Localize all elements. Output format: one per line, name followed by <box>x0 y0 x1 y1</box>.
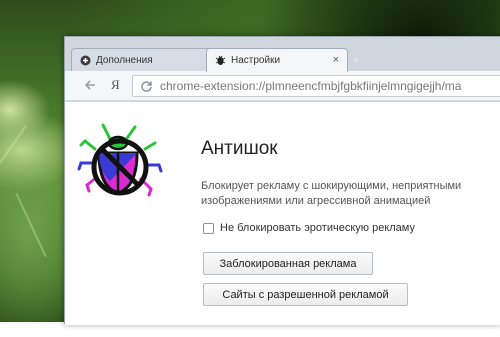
extension-description: Блокирует рекламу с шокирующими, неприят… <box>201 180 462 207</box>
allow-erotic-ads-option[interactable]: Не блокировать эротическую рекламу <box>203 222 415 234</box>
tab-settings[interactable]: Настройки × <box>206 48 348 72</box>
browser-window: Дополнения Настройки × + Я chrome-extens… <box>64 36 500 325</box>
tab-strip: Дополнения Настройки × + <box>65 37 500 72</box>
yandex-button[interactable]: Я <box>111 77 120 93</box>
option-label: Не блокировать эротическую рекламу <box>220 222 415 234</box>
antishock-bug-icon <box>77 119 163 205</box>
address-bar[interactable]: chrome-extension://plmneencfmbjfgbkfiinj… <box>132 75 500 97</box>
bug-icon <box>215 55 226 66</box>
leaf-decoration <box>15 192 47 258</box>
puzzle-icon <box>80 55 91 66</box>
browser-toolbar: Я chrome-extension://plmneencfmbjfgbkfii… <box>65 71 500 101</box>
allow-erotic-ads-checkbox[interactable] <box>203 222 214 234</box>
allowed-sites-button[interactable]: Сайты с разрешенной рекламой <box>203 283 408 306</box>
leaf-decoration <box>0 124 28 176</box>
tab-label: Дополнения <box>96 54 153 66</box>
blocked-ads-button[interactable]: Заблокированная реклама <box>203 252 373 275</box>
close-tab-icon[interactable]: × <box>333 54 339 66</box>
new-tab-button[interactable]: + <box>349 53 363 67</box>
extension-options-page: Антишок Блокирует рекламу с шокирующими,… <box>65 102 500 325</box>
extension-title: Антишок <box>201 138 278 159</box>
back-arrow-icon[interactable] <box>83 78 97 92</box>
tab-extensions[interactable]: Дополнения <box>71 48 211 71</box>
tab-label: Настройки <box>231 55 281 66</box>
url-text: chrome-extension://plmneencfmbjfgbkfiinj… <box>160 79 462 93</box>
reload-icon[interactable] <box>140 80 153 93</box>
